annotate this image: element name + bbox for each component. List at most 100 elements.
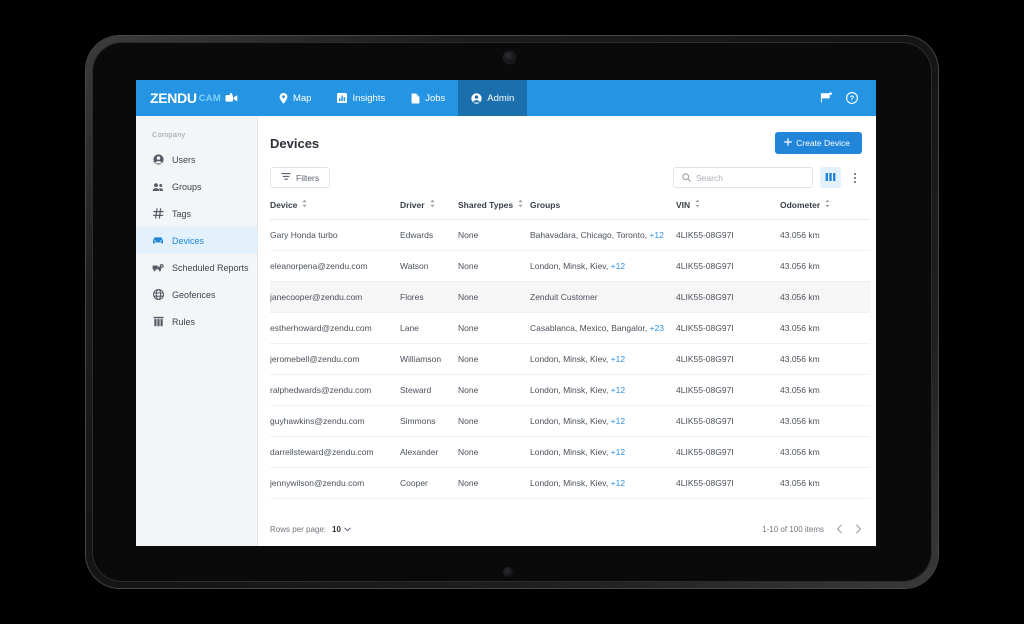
help-circle-icon[interactable]: ? <box>846 92 858 104</box>
cell-vin: 4LIK55-08G97I <box>676 405 780 437</box>
table-row[interactable]: darrellsteward@zendu.com Alexander None Lon… <box>270 436 870 468</box>
nav-tab-map-label: Map <box>292 92 312 104</box>
cell-groups: Casablanca, Mexico, Bangalor, +23 <box>530 312 676 344</box>
table-row[interactable]: estherhoward@zendu.com Lane None Casablanca… <box>270 312 870 344</box>
column-header-shared-types[interactable]: Shared Types <box>458 199 530 220</box>
video-camera-icon <box>225 93 238 103</box>
groups-more-link[interactable]: +12 <box>608 261 625 271</box>
cell-driver: Watson <box>400 250 458 282</box>
column-header-label: Groups <box>530 199 561 210</box>
sidebar-item-tags[interactable]: Tags <box>136 200 257 227</box>
cell-groups: London, Minsk, Kiev, +12 <box>530 374 676 406</box>
pagination-range-label: 1-10 of 100 items <box>762 524 824 534</box>
column-header-device[interactable]: Device <box>270 199 400 220</box>
sidebar-item-label: Users <box>172 154 196 165</box>
table-row[interactable]: Gary Honda turbo Edwards None Bahavadara, C… <box>270 219 870 251</box>
groups-more-link[interactable]: +12 <box>608 447 625 457</box>
groups-text: Zenduit Customer <box>530 292 598 302</box>
sort-icon <box>429 199 436 210</box>
map-pin-icon <box>279 92 288 104</box>
app-logo[interactable]: ZENDU CAM <box>136 80 250 116</box>
columns-icon <box>825 169 836 187</box>
table-row[interactable]: ralphedwards@zendu.com Steward None London,… <box>270 374 870 406</box>
sidebar-item-users[interactable]: Users <box>136 146 257 173</box>
table-row[interactable]: jennywilson@zendu.com Cooper None London, M… <box>270 467 870 499</box>
rows-per-page-control: Rows per page: 10 <box>270 525 351 534</box>
cell-shared-types: None <box>458 436 530 468</box>
logo-primary-text: ZENDU <box>150 90 197 106</box>
rows-per-page-select[interactable]: 10 <box>332 525 351 534</box>
sort-icon <box>824 199 831 210</box>
groups-text: London, Minsk, Kiev, <box>530 416 609 426</box>
top-navigation-bar: ZENDU CAM Map Insights Jobs Admin ? <box>136 80 876 116</box>
cell-vin: 4LIK55-08G97I <box>676 343 780 375</box>
cell-odometer: 43.056 km <box>780 281 870 313</box>
sidebar-item-devices[interactable]: Devices <box>136 227 257 254</box>
nav-tab-admin-label: Admin <box>487 92 515 104</box>
cell-driver: Lane <box>400 312 458 344</box>
column-header-odometer[interactable]: Odometer <box>780 199 870 220</box>
dot <box>854 172 856 175</box>
logo-secondary-text: CAM <box>198 92 221 104</box>
sidebar-item-rules[interactable]: Rules <box>136 308 257 335</box>
filters-button[interactable]: Filters <box>270 167 331 188</box>
column-settings-button[interactable] <box>820 167 841 188</box>
create-device-button[interactable]: Create Device <box>775 132 862 154</box>
cell-groups: London, Minsk, Kiev, +12 <box>530 343 676 375</box>
table-row[interactable]: jeromebell@zendu.com Williamson None London… <box>270 343 870 375</box>
nav-tab-insights[interactable]: Insights <box>324 80 398 116</box>
sort-icon <box>517 199 524 210</box>
groups-more-link[interactable]: +12 <box>608 478 625 488</box>
devices-table-container: Device Driver Shared Types Groups VIN Od… <box>270 199 870 514</box>
table-footer: Rows per page: 10 1-10 of 100 items <box>270 514 862 546</box>
sidebar-item-label: Rules <box>172 316 196 327</box>
nav-tab-jobs[interactable]: Jobs <box>398 80 458 116</box>
cell-groups: London, Minsk, Kiev, +12 <box>530 250 676 282</box>
column-header-label: VIN <box>676 199 691 210</box>
cell-device: janecooper@zendu.com <box>270 281 400 313</box>
cell-device: Gary Honda turbo <box>270 219 400 251</box>
sidebar-item-geofences[interactable]: Geofences <box>136 281 257 308</box>
groups-more-link[interactable]: +12 <box>647 230 663 240</box>
filter-icon <box>281 172 291 183</box>
column-header-driver[interactable]: Driver <box>400 199 458 220</box>
cell-driver: Simmons <box>400 405 458 437</box>
nav-tab-map[interactable]: Map <box>266 80 324 116</box>
search-input[interactable] <box>696 172 804 183</box>
table-row[interactable]: guyhawkins@zendu.com Simmons None London, M… <box>270 405 870 437</box>
flag-icon[interactable] <box>820 92 832 104</box>
cell-vin: 4LIK55-08G97I <box>676 219 780 251</box>
cell-vin: 4LIK55-08G97I <box>676 281 780 313</box>
chevron-left-icon[interactable] <box>836 524 843 534</box>
search-icon <box>682 169 691 187</box>
bar-chart-icon <box>337 93 348 103</box>
nav-tabs: Map Insights Jobs Admin <box>266 80 528 116</box>
sidebar-item-label: Geofences <box>172 289 216 300</box>
sidebar-item-scheduled-reports[interactable]: Scheduled Reports <box>136 254 257 281</box>
cell-driver: Alexander <box>400 436 458 468</box>
table-row[interactable]: janecooper@zendu.com Flores None Zenduit Cu… <box>270 281 870 313</box>
search-box[interactable] <box>673 167 813 188</box>
column-header-vin[interactable]: VIN <box>676 199 780 220</box>
column-header-label: Driver <box>400 199 425 210</box>
dot <box>854 176 856 179</box>
dot <box>854 180 856 183</box>
front-camera-icon <box>504 52 515 63</box>
groups-text: Casablanca, Mexico, Bangalor, <box>530 323 648 333</box>
cell-driver: Williamson <box>400 343 458 375</box>
cell-odometer: 43.056 km <box>780 405 870 437</box>
chevron-right-icon[interactable] <box>855 524 862 534</box>
sidebar-item-groups[interactable]: Groups <box>136 173 257 200</box>
groups-more-link[interactable]: +12 <box>608 385 625 395</box>
sidebar: Company Users Groups Tags Devices Schedu… <box>136 116 258 546</box>
cell-shared-types: None <box>458 281 530 313</box>
groups-more-link[interactable]: +12 <box>608 416 625 426</box>
groups-more-link[interactable]: +23 <box>647 323 664 333</box>
cell-vin: 4LIK55-08G97I <box>676 312 780 344</box>
table-row[interactable]: eleanorpena@zendu.com Watson None London, M… <box>270 250 870 282</box>
nav-tab-admin[interactable]: Admin <box>458 80 528 116</box>
column-header-groups[interactable]: Groups <box>530 199 676 220</box>
groups-more-link[interactable]: +12 <box>608 354 625 364</box>
user-circle-icon <box>152 154 164 165</box>
more-options-button[interactable] <box>848 167 862 188</box>
